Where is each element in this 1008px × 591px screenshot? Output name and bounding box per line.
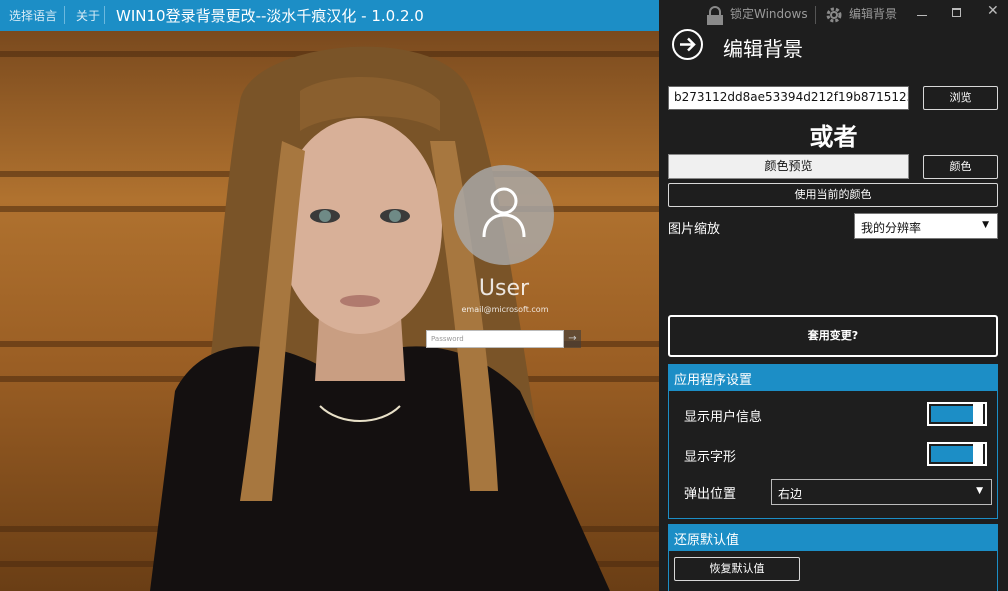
scale-value: 我的分辨率 xyxy=(861,221,922,235)
scale-dropdown[interactable]: 我的分辨率 ▼ xyxy=(854,213,998,239)
app-settings-header: 应用程序设置 xyxy=(668,364,998,390)
show-user-info-toggle[interactable] xyxy=(927,402,987,426)
lock-windows-button[interactable]: 锁定Windows xyxy=(730,5,808,22)
restore-defaults-header: 还原默认值 xyxy=(668,524,998,550)
back-button[interactable] xyxy=(672,29,703,60)
use-current-color-button[interactable]: 使用当前的颜色 xyxy=(668,183,998,207)
edit-panel: 锁定Windows 编辑背景 ✕ 编辑背景 b273112dd8ae53394d… xyxy=(659,0,1008,591)
color-button[interactable]: 颜色 xyxy=(923,155,998,179)
show-glyph-toggle[interactable] xyxy=(927,442,987,466)
apply-changes-button[interactable]: 套用变更? xyxy=(668,315,998,357)
about-link[interactable]: 关于 xyxy=(76,7,100,24)
user-icon xyxy=(482,187,526,238)
lockscreen-username: User xyxy=(478,276,530,301)
edit-background-button[interactable]: 编辑背景 xyxy=(849,5,897,22)
app-title: WIN10登录背景更改--淡水千痕汉化 - 1.0.2.0 xyxy=(116,7,424,25)
popup-position-label: 弹出位置 xyxy=(684,487,737,502)
minimize-button[interactable] xyxy=(917,8,927,18)
panel-heading: 编辑背景 xyxy=(723,37,803,61)
title-divider xyxy=(64,6,65,24)
background-preview: User email@microsoft.com Password → xyxy=(0,31,659,591)
restore-defaults-button[interactable]: 恢复默认值 xyxy=(674,557,800,581)
lock-icon xyxy=(707,6,723,25)
popup-position-value: 右边 xyxy=(778,487,803,501)
show-user-info-label: 显示用户信息 xyxy=(684,410,763,425)
image-path-field[interactable]: b273112dd8ae53394d212f19b8715125.jpeg xyxy=(668,86,909,110)
scale-label: 图片缩放 xyxy=(668,222,721,237)
chevron-down-icon: ▼ xyxy=(982,220,989,230)
lockscreen-email: email@microsoft.com xyxy=(461,305,549,314)
user-avatar xyxy=(454,165,554,265)
lockscreen-arrow-icon: → xyxy=(564,330,581,348)
select-language-link[interactable]: 选择语言 xyxy=(9,7,57,24)
gear-icon xyxy=(826,7,842,23)
chevron-down-icon: ▼ xyxy=(976,486,983,496)
control-divider xyxy=(815,6,816,24)
arrow-right-icon xyxy=(680,37,696,52)
or-label: 或者 xyxy=(809,123,858,151)
browse-button[interactable]: 浏览 xyxy=(923,86,998,110)
maximize-button[interactable] xyxy=(952,8,961,17)
lockscreen-password-field: Password xyxy=(426,330,564,348)
title-divider xyxy=(104,6,105,24)
show-glyph-label: 显示字形 xyxy=(684,450,737,465)
color-preview: 颜色预览 xyxy=(668,154,909,179)
popup-position-dropdown[interactable]: 右边 ▼ xyxy=(771,479,992,505)
close-button[interactable]: ✕ xyxy=(987,3,999,19)
